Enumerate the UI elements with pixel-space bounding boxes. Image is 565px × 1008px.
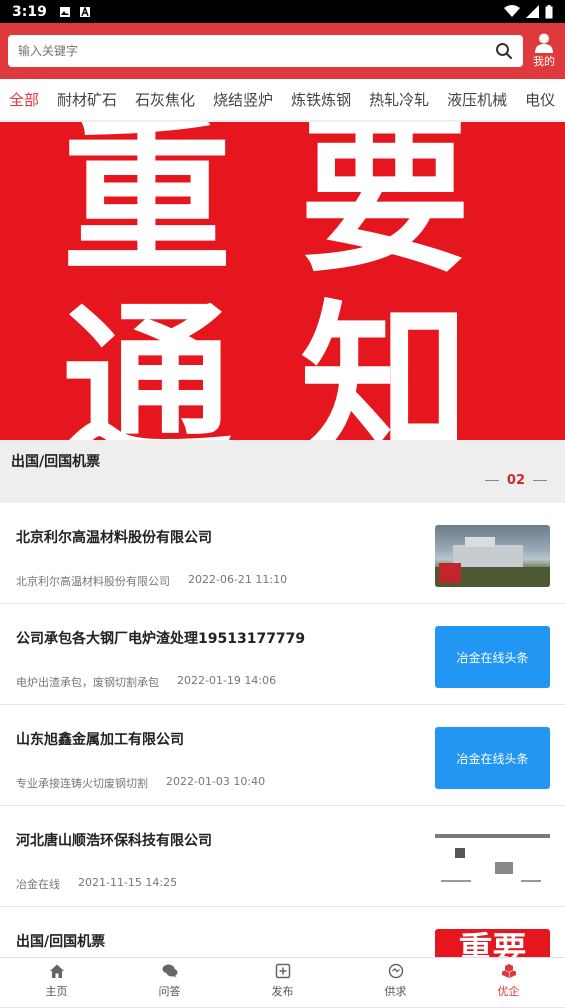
- category-item[interactable]: 石灰焦化: [126, 89, 204, 110]
- category-item[interactable]: 耐材矿石: [48, 89, 126, 110]
- tab-home[interactable]: 主页: [0, 958, 113, 1004]
- news-time: 2022-06-21 11:10: [188, 573, 287, 589]
- company-icon: [501, 963, 517, 979]
- news-meta: 北京利尔高温材料股份有限公司 2022-06-21 11:10: [16, 573, 287, 589]
- search-box[interactable]: [8, 35, 523, 67]
- news-meta: 专业承接连铸火切废钢切割 2022-01-03 10:40: [16, 775, 265, 791]
- tab-company[interactable]: 优企: [452, 958, 565, 1004]
- news-source: 专业承接连铸火切废钢切割: [16, 775, 148, 791]
- news-title: 公司承包各大钢厂电炉渣处理19513177779: [16, 628, 416, 648]
- news-title: 山东旭鑫金属加工有限公司: [16, 729, 416, 749]
- news-thumbnail: 冶金在线头条: [435, 626, 550, 688]
- category-all[interactable]: 全部: [0, 89, 48, 110]
- my-account-label: 我的: [533, 53, 555, 69]
- a-notification-icon: [79, 6, 91, 18]
- supply-icon: [388, 963, 404, 979]
- user-icon: [535, 33, 553, 53]
- document-thumbnail-icon: [435, 828, 550, 890]
- search-icon[interactable]: [495, 42, 513, 60]
- tab-label: 供求: [385, 983, 407, 999]
- home-icon: [49, 963, 65, 979]
- tab-label: 问答: [159, 983, 181, 999]
- category-item[interactable]: 烧结竖炉: [204, 89, 282, 110]
- news-title: 北京利尔高温材料股份有限公司: [16, 527, 416, 547]
- banner-char: 知: [300, 300, 470, 440]
- banner-char: 要: [300, 122, 470, 282]
- status-time: 3:19: [12, 4, 47, 20]
- banner-image[interactable]: 重 要 通 知: [0, 122, 565, 440]
- news-time: 2022-01-03 10:40: [166, 775, 265, 791]
- news-item[interactable]: 山东旭鑫金属加工有限公司 专业承接连铸火切废钢切割 2022-01-03 10:…: [0, 705, 565, 806]
- tab-label: 优企: [498, 983, 520, 999]
- category-item[interactable]: 液压机械: [438, 89, 516, 110]
- banner-caption[interactable]: 出国/回国机票 02: [0, 440, 565, 502]
- news-source: 冶金在线: [16, 876, 60, 892]
- news-item[interactable]: 河北唐山顺浩环保科技有限公司 冶金在线 2021-11-15 14:25: [0, 806, 565, 907]
- news-meta: 电炉出渣承包，废钢切割承包 2022-01-19 14:06: [16, 674, 276, 690]
- status-bar: 3:19: [0, 0, 565, 23]
- search-input[interactable]: [18, 44, 495, 58]
- battery-icon: [545, 5, 553, 19]
- category-item[interactable]: 热轧冷轧: [360, 89, 438, 110]
- tab-supply[interactable]: 供求: [339, 958, 452, 1004]
- building-photo-icon: [435, 525, 550, 587]
- banner-title: 出国/回国机票: [11, 451, 100, 471]
- pager-number: 02: [507, 473, 525, 488]
- tab-publish[interactable]: 发布: [226, 958, 339, 1004]
- news-title: 出国/回国机票: [16, 931, 416, 951]
- banner-pager: 02: [485, 473, 547, 488]
- tab-qa[interactable]: 问答: [113, 958, 226, 1004]
- category-item[interactable]: 电仪: [516, 89, 564, 110]
- add-icon: [275, 963, 291, 979]
- news-time: 2021-11-15 14:25: [78, 876, 177, 892]
- tab-label: 主页: [46, 983, 68, 999]
- banner-char: 通: [62, 300, 232, 440]
- news-thumbnail: [435, 828, 550, 890]
- news-time: 2022-01-19 14:06: [177, 674, 276, 690]
- tab-label: 发布: [272, 983, 294, 999]
- pager-divider: [533, 480, 547, 481]
- category-item[interactable]: 炼铁炼钢: [282, 89, 360, 110]
- image-notification-icon: [59, 6, 71, 18]
- news-item[interactable]: 公司承包各大钢厂电炉渣处理19513177779 电炉出渣承包，废钢切割承包 2…: [0, 604, 565, 705]
- header: 我的: [0, 23, 565, 79]
- news-source: 北京利尔高温材料股份有限公司: [16, 573, 170, 589]
- category-bar: 全部 耐材矿石 石灰焦化 烧结竖炉 炼铁炼钢 热轧冷轧 液压机械 电仪: [0, 79, 565, 121]
- news-thumbnail: 冶金在线头条: [435, 727, 550, 789]
- signal-icon: [526, 5, 539, 18]
- news-source: 电炉出渣承包，废钢切割承包: [16, 674, 159, 690]
- wifi-icon: [504, 5, 520, 18]
- news-list: 北京利尔高温材料股份有限公司 北京利尔高温材料股份有限公司 2022-06-21…: [0, 503, 565, 1008]
- banner-char: 重: [62, 122, 232, 282]
- news-title: 河北唐山顺浩环保科技有限公司: [16, 830, 416, 850]
- chat-icon: [162, 963, 178, 979]
- news-item[interactable]: 北京利尔高温材料股份有限公司 北京利尔高温材料股份有限公司 2022-06-21…: [0, 503, 565, 604]
- my-account-button[interactable]: 我的: [531, 33, 557, 69]
- bottom-tab-bar: 主页 问答 发布 供求 优企: [0, 957, 565, 1004]
- news-thumbnail: [435, 525, 550, 587]
- pager-divider: [485, 480, 499, 481]
- news-meta: 冶金在线 2021-11-15 14:25: [16, 876, 177, 892]
